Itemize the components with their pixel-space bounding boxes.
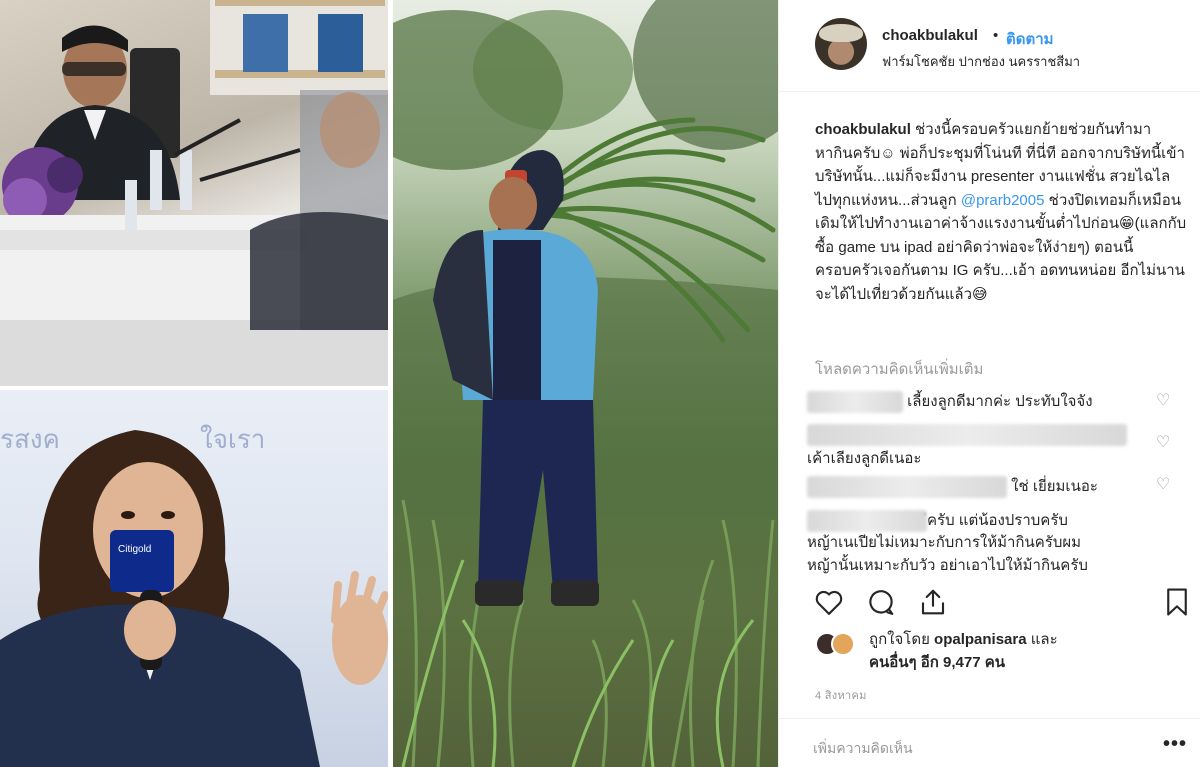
comment-icon xyxy=(869,590,894,615)
blurred-username xyxy=(807,424,1127,446)
post-actions xyxy=(779,584,1200,624)
load-more-comments-button[interactable]: โหลดความคิดเห็นเพิ่มเติม xyxy=(815,357,983,381)
share-button[interactable] xyxy=(915,584,951,620)
likes-others-link[interactable]: คนอื่นๆ อีก 9,477 คน xyxy=(869,654,1005,671)
comment-text: ใช่ เยี่ยมเนอะ xyxy=(1011,478,1098,495)
comment-text: หญ้าเนเปียไม่เหมาะกับการให้ม้ากินครับผม xyxy=(807,534,1082,551)
comment-text: หญ้านั้นเหมาะกับวัว อย่าเอาไปให้ม้ากินคร… xyxy=(807,557,1088,574)
comment-item: ใช่ เยี่ยมเนอะ xyxy=(807,474,1098,499)
like-button[interactable] xyxy=(811,584,847,620)
heart-icon xyxy=(815,590,843,615)
likes-prefix: ถูกใจโดย xyxy=(869,631,935,648)
comment-item: ีครับ แต่น้องปราบครับ xyxy=(807,508,1068,533)
comment-item-line: หญ้านั้นเหมาะกับวัว อย่าเอาไปให้ม้ากินคร… xyxy=(807,553,1088,577)
caption-username[interactable]: choakbulakul xyxy=(815,121,911,138)
comment-text: เค้าเลียงลูกดีเนอะ xyxy=(807,450,922,467)
add-comment-input[interactable] xyxy=(813,737,1133,759)
likes-text: ถูกใจโดย opalpanisara และคนอื่นๆ อีก 9,4… xyxy=(869,628,1189,674)
avatar[interactable] xyxy=(831,632,855,656)
comment-item: เลี้ยงลูกดีมากค่ะ ประทับใจจัง xyxy=(807,389,1093,414)
liker-username-link[interactable]: opalpanisara xyxy=(934,631,1027,648)
meeting-photo xyxy=(0,0,388,386)
comment-like-heart-icon[interactable]: ♡ xyxy=(1156,390,1170,410)
likes-middle: และ xyxy=(1026,631,1058,648)
share-icon xyxy=(921,589,945,615)
post-caption: choakbulakul ช่วงนี้ครอบครัวแยกย้ายช่วยก… xyxy=(815,118,1187,306)
add-comment-bar: ••• xyxy=(779,718,1200,767)
comment-text: ีครับ แต่น้องปราบครับ xyxy=(927,512,1068,529)
comment-item-text: เค้าเลียงลูกดีเนอะ xyxy=(807,446,921,470)
liker-avatars xyxy=(815,632,857,658)
comment-like-heart-icon[interactable]: ♡ xyxy=(1156,432,1170,452)
comment-button[interactable] xyxy=(863,584,899,620)
comment-pane: choakbulakul • ติดตาม ฟาร์มโชคชัย ปากช่อ… xyxy=(778,0,1200,767)
post-photo-collage: รสงค ใจเรา Citigold xyxy=(0,0,778,767)
comment-item xyxy=(807,424,1127,446)
svg-text:ใจเรา: ใจเรา xyxy=(200,424,265,454)
comment-item-line: หญ้าเนเปียไม่เหมาะกับการให้ม้ากินครับผม xyxy=(807,530,1081,554)
presenter-photo: รสงค ใจเรา Citigold xyxy=(0,390,388,767)
follow-button[interactable]: ติดตาม xyxy=(1006,27,1054,51)
separator-dot: • xyxy=(993,27,999,44)
post-timestamp[interactable]: 4 สิงหาคม xyxy=(815,686,867,704)
username-link[interactable]: choakbulakul xyxy=(882,27,978,44)
blurred-username xyxy=(807,510,927,533)
post-header: choakbulakul • ติดตาม ฟาร์มโชคชัย ปากช่อ… xyxy=(779,0,1200,92)
svg-text:Citigold: Citigold xyxy=(118,544,151,555)
child-carrying-grass-photo xyxy=(393,0,778,767)
more-options-button[interactable]: ••• xyxy=(1163,733,1187,756)
comment-text: เลี้ยงลูกดีมากค่ะ ประทับใจจัง xyxy=(907,393,1093,410)
save-button[interactable] xyxy=(1159,584,1195,620)
blurred-username xyxy=(807,391,903,414)
svg-text:รสงค: รสงค xyxy=(0,424,60,454)
location-link[interactable]: ฟาร์มโชคชัย ปากช่อง นครราชสีมา xyxy=(882,51,1080,72)
bookmark-icon xyxy=(1167,588,1187,616)
avatar[interactable] xyxy=(815,18,867,70)
mention-link[interactable]: @prarb2005 xyxy=(961,192,1045,209)
blurred-username xyxy=(807,476,1007,499)
comment-like-heart-icon[interactable]: ♡ xyxy=(1156,474,1170,494)
